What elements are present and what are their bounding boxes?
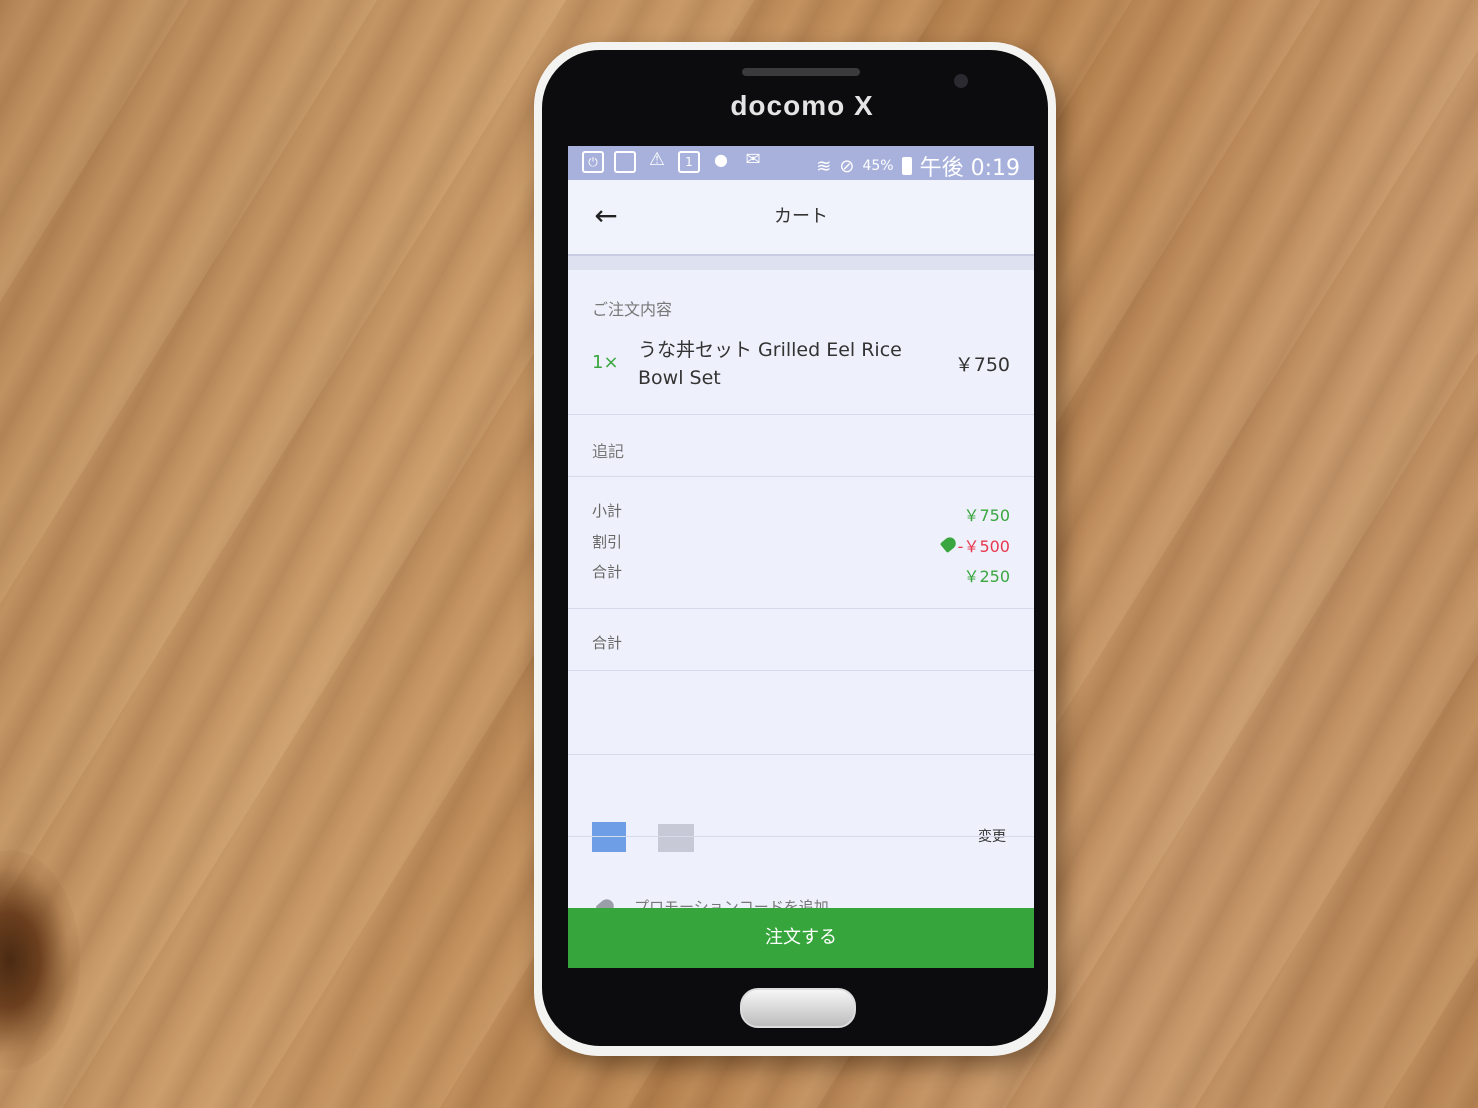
total-label: 合計 [592,563,623,581]
phone-front: docomo X ⏻ ⚠ 1 ● ✉ ≋ ⊘ 45% 午後 0:19 ← カート… [542,50,1048,1046]
divider [568,836,1034,837]
front-camera [954,74,968,88]
divider [568,414,1034,415]
battery-percent: 45% [862,158,894,174]
grand-total-label: 合計 [592,634,623,652]
item-name: うな丼セット Grilled Eel Rice Bowl Set [638,339,902,389]
header-spacer [568,256,1034,270]
app-header: ← カート [568,180,1034,256]
home-button[interactable] [740,988,856,1028]
discount-label: 割引 [592,533,623,551]
clock: 午後 0:19 [919,156,1020,181]
system-status: ≋ ⊘ 45% 午後 0:19 [816,150,1020,182]
status-bar: ⏻ ⚠ 1 ● ✉ ≋ ⊘ 45% 午後 0:19 [568,146,1034,182]
battery-icon [901,157,912,175]
tablet-icon [614,151,636,173]
subtotal-value: ￥750 [963,506,1010,525]
discount-value: -￥500 [957,537,1010,556]
evernote-icon: ● [714,150,728,169]
mail-icon: ✉ [745,149,761,170]
divider [568,476,1034,477]
item-quantity: 1× [592,352,619,373]
power-icon: ⏻ [582,151,604,173]
order-section-label: ご注文内容 [592,300,673,319]
wifi-icon: ≋ [816,155,832,177]
place-order-button[interactable]: 注文する [568,908,1034,968]
card-number-masked [658,824,694,852]
page-title: カート [774,206,828,227]
discount-tag-icon [939,534,959,554]
phone-body: docomo X ⏻ ⚠ 1 ● ✉ ≋ ⊘ 45% 午後 0:19 ← カート… [534,42,1056,1056]
warning-icon: ⚠ [648,149,666,170]
app-screen: ⏻ ⚠ 1 ● ✉ ≋ ⊘ 45% 午後 0:19 ← カート ご注文内容 1×… [568,146,1034,968]
notification-icons: ⏻ ⚠ 1 ● ✉ [582,151,764,173]
calendar-icon: 1 [678,151,700,173]
item-price: ￥750 [954,354,1010,376]
earpiece-speaker [742,68,860,76]
carrier-logo: docomo X [730,90,874,121]
notes-field[interactable]: 追記 [592,438,624,462]
subtotal-label: 小計 [592,502,623,520]
divider [568,670,1034,671]
total-value: ￥250 [963,567,1010,586]
arrow-left-icon[interactable]: ← [590,200,622,232]
blocked-icon: ⊘ [839,155,855,177]
divider [568,608,1034,609]
divider [568,754,1034,755]
credit-card-icon [592,822,626,852]
